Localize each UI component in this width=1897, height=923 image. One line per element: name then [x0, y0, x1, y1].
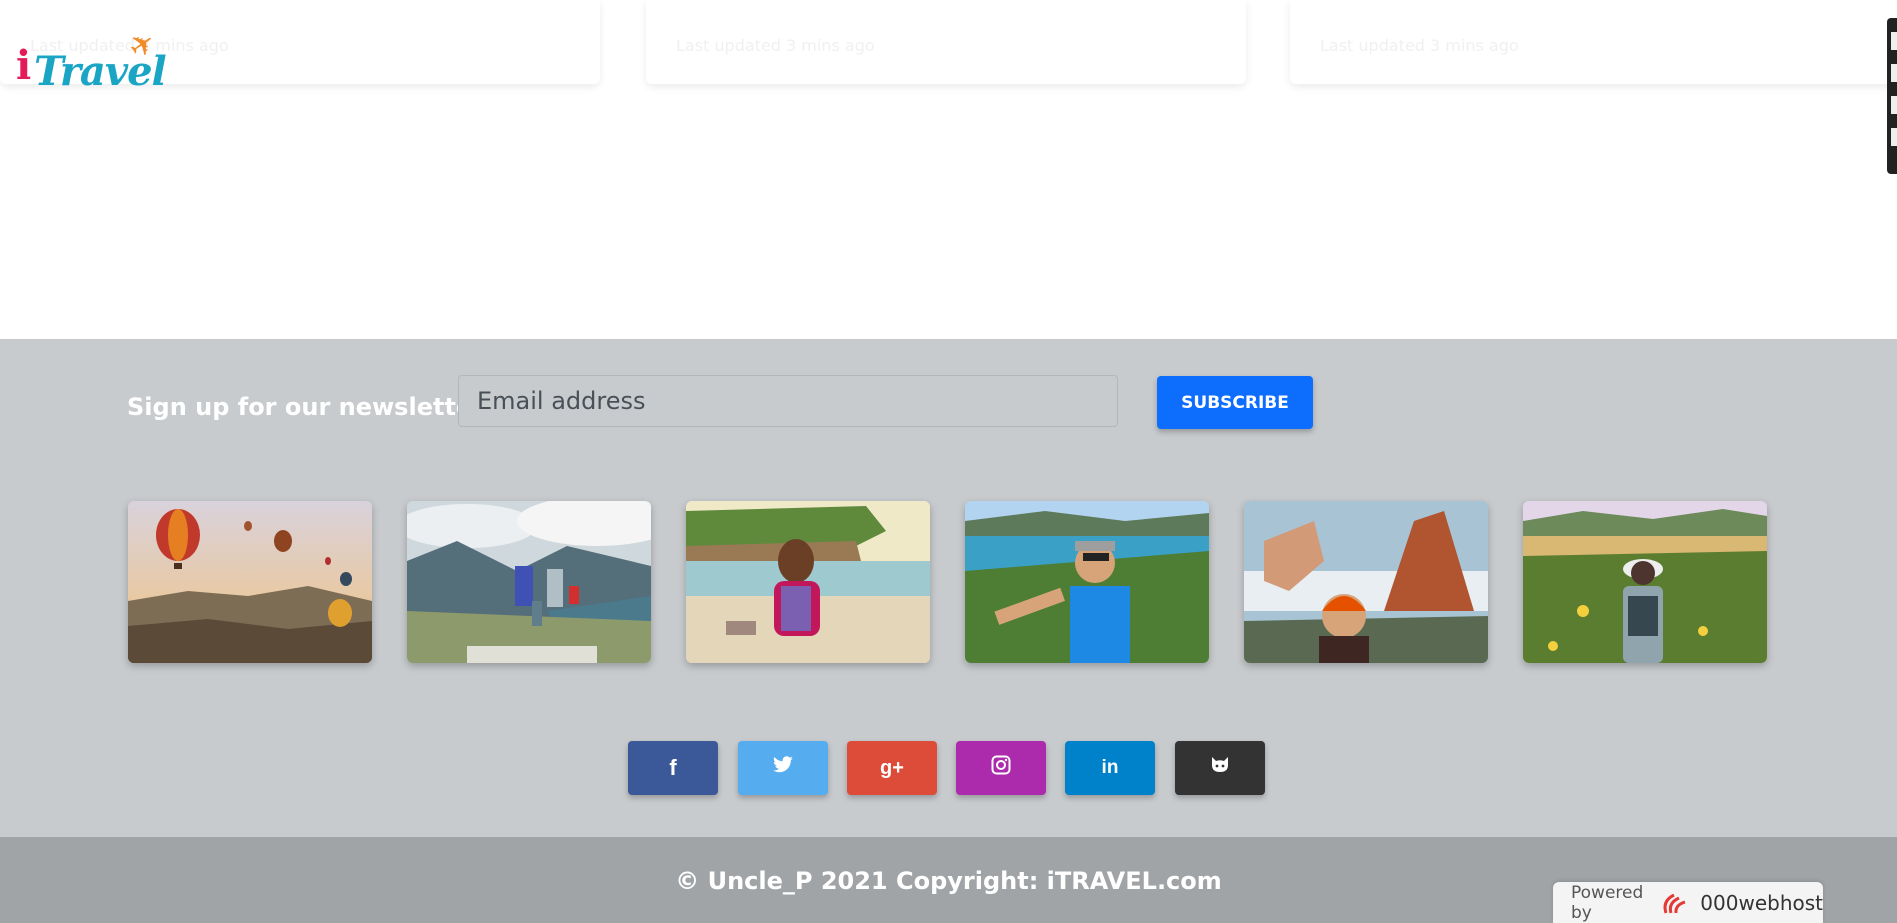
twitter-button[interactable] — [738, 741, 828, 795]
google-plus-button[interactable]: g+ — [847, 741, 937, 795]
email-field[interactable] — [458, 375, 1118, 427]
side-toolbar[interactable] — [1887, 18, 1897, 174]
host-brand-name: 000webhost — [1700, 890, 1823, 915]
itravel-logo[interactable]: i Travel ✈ — [16, 24, 167, 108]
gallery-image-family-mountains[interactable] — [407, 501, 651, 663]
gallery-image-hiker-field[interactable] — [1523, 501, 1767, 663]
top-section: Last updated 3 mins ago Last updated 3 m… — [0, 0, 1897, 339]
powered-by-badge[interactable]: Powered by 000webhost — [1553, 882, 1823, 923]
facebook-button[interactable]: f — [628, 741, 718, 795]
linkedin-button[interactable]: in — [1065, 741, 1155, 795]
github-icon — [1209, 755, 1231, 781]
instagram-button[interactable] — [956, 741, 1046, 795]
gallery-image-beach-girl[interactable] — [686, 501, 930, 663]
gallery-image-balloons[interactable] — [128, 501, 372, 663]
gallery-image-selfie-coast[interactable] — [965, 501, 1209, 663]
github-button[interactable] — [1175, 741, 1265, 795]
000webhost-logo-icon — [1663, 893, 1686, 913]
powered-by-label: Powered by — [1571, 882, 1644, 923]
footer: © Uncle_P 2021 Copyright: iTRAVEL.com Po… — [0, 837, 1897, 923]
subscribe-button[interactable]: SUBSCRIBE — [1157, 376, 1313, 429]
twitter-icon — [772, 756, 794, 780]
facebook-icon: f — [669, 755, 677, 780]
card-updated-text: Last updated 3 mins ago — [1320, 36, 1519, 55]
nav-home[interactable]: Home — [205, 52, 276, 77]
nav-our-blog[interactable]: Our Blog — [852, 52, 960, 77]
nav-contact-us[interactable]: Contact Us — [712, 52, 846, 77]
gallery-image-high-five[interactable] — [1244, 501, 1488, 663]
newsletter-title: Sign up for our newsletter — [127, 393, 485, 421]
newsletter-section: Sign up for our newsletter SUBSCRIBE — [0, 339, 1897, 837]
blog-card: Last updated 3 mins ago — [1290, 0, 1897, 84]
google-plus-icon: g+ — [880, 756, 904, 779]
host-brand: 000webhost — [1660, 889, 1823, 917]
linkedin-icon: in — [1101, 757, 1119, 778]
instagram-icon — [991, 755, 1011, 781]
